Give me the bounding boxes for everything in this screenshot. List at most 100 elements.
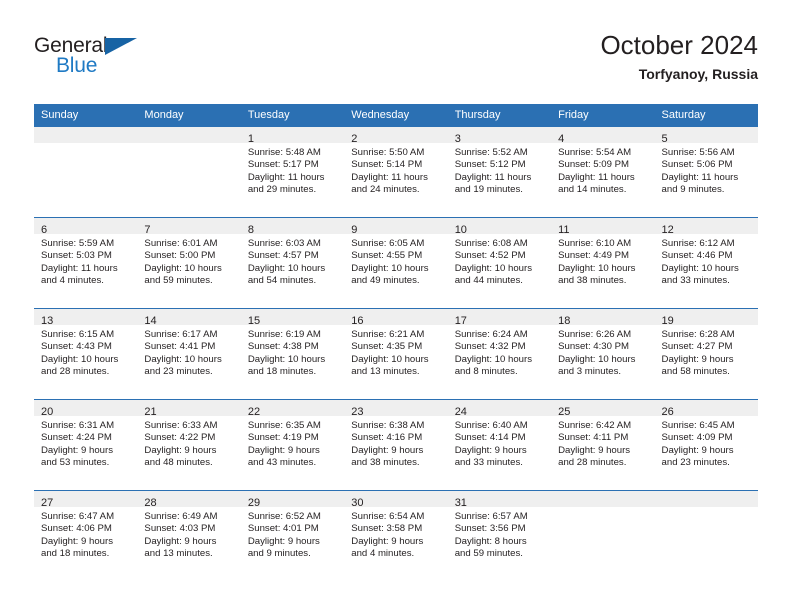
day-number-band: 30 [344,491,448,509]
day-number: 18 [558,315,571,327]
weekday-header-row: Sunday Monday Tuesday Wednesday Thursday Frid… [34,104,758,127]
sunset-text: Sunset: 5:00 PM [144,250,216,262]
day-number-band [551,491,655,507]
day-cell-content: 7 Sunrise: 6:01 AM Sunset: 5:00 PM Daylight… [137,218,241,308]
sunset-text: Sunset: 4:11 PM [558,432,629,444]
sunset-text: Sunset: 4:09 PM [661,432,733,444]
day-number-band: 26 [654,400,758,418]
calendar-day-cell[interactable]: 28 Sunrise: 6:49 AM Sunset: 4:03 PM Dayligh… [137,490,241,581]
day-sun-info: Sunrise: 6:40 AM Sunset: 4:14 PM Daylight:… [448,416,551,470]
daylight-text-line1: Daylight: 10 hours [454,353,533,365]
day-number-band: 10 [447,218,552,236]
daylight-text-line2: and 33 minutes. [661,275,730,287]
day-sun-info: Sunrise: 6:38 AM Sunset: 4:16 PM Daylight:… [344,416,447,470]
calendar-day-cell[interactable]: 20 Sunrise: 6:31 AM Sunset: 4:24 PM Dayligh… [34,399,138,491]
calendar-cell-empty [654,490,758,581]
daylight-text-line1: Daylight: 10 hours [558,353,636,365]
sunrise-text: Sunrise: 6:17 AM [144,329,218,340]
calendar-day-cell[interactable]: 18 Sunrise: 6:26 AM Sunset: 4:30 PM Dayligh… [551,308,655,400]
daylight-text-line2: and 44 minutes. [454,275,523,287]
calendar-day-cell[interactable]: 12 Sunrise: 6:12 AM Sunset: 4:46 PM Dayligh… [654,217,758,309]
daylight-text-line2: and 24 minutes. [351,184,420,196]
calendar-day-cell[interactable]: 5 Sunrise: 5:56 AM Sunset: 5:06 PM Daylight… [654,127,758,218]
sunset-text: Sunset: 4:41 PM [144,341,216,353]
daylight-text-line2: and 28 minutes. [558,457,627,469]
calendar-day-cell[interactable]: 11 Sunrise: 6:10 AM Sunset: 4:49 PM Dayligh… [551,217,655,309]
sunset-text: Sunset: 4:16 PM [351,432,423,444]
sunset-text: Sunset: 4:35 PM [351,341,423,353]
calendar-day-cell[interactable]: 15 Sunrise: 6:19 AM Sunset: 4:38 PM Dayligh… [240,308,345,400]
calendar-day-cell[interactable]: 3 Sunrise: 5:52 AM Sunset: 5:12 PM Daylight… [447,127,552,218]
daylight-text-line1: Daylight: 9 hours [247,535,320,547]
calendar-day-cell[interactable]: 2 Sunrise: 5:50 AM Sunset: 5:14 PM Daylight… [344,127,448,218]
calendar-day-cell[interactable]: 19 Sunrise: 6:28 AM Sunset: 4:27 PM Dayligh… [654,308,758,400]
sunset-text: Sunset: 5:17 PM [247,159,319,171]
calendar-day-cell[interactable]: 17 Sunrise: 6:24 AM Sunset: 4:32 PM Dayligh… [447,308,552,400]
calendar-day-cell[interactable]: 22 Sunrise: 6:35 AM Sunset: 4:19 PM Dayligh… [240,399,345,491]
daylight-text-line2: and 28 minutes. [41,366,110,378]
daylight-text-line2: and 9 minutes. [661,184,725,196]
calendar-day-cell[interactable]: 1 Sunrise: 5:48 AM Sunset: 5:17 PM Daylight… [240,127,345,218]
day-cell-content: 9 Sunrise: 6:05 AM Sunset: 4:55 PM Daylight… [344,218,448,308]
daylight-text-line1: Daylight: 10 hours [351,353,429,365]
day-cell-content [34,127,138,217]
daylight-text-line2: and 4 minutes. [351,548,415,560]
calendar-day-cell[interactable]: 6 Sunrise: 5:59 AM Sunset: 5:03 PM Daylight… [34,217,138,309]
day-number-band: 11 [551,218,655,236]
calendar-header-row: Sunday Monday Tuesday Wednesday Thursday Frid… [34,104,758,127]
sunset-text: Sunset: 4:03 PM [144,523,216,535]
calendar-day-cell[interactable]: 26 Sunrise: 6:45 AM Sunset: 4:09 PM Dayligh… [654,399,758,491]
sunrise-text: Sunrise: 6:08 AM [454,238,528,249]
day-number-band: 1 [240,127,345,145]
daylight-text-line2: and 19 minutes. [454,184,523,196]
day-cell-content: 1 Sunrise: 5:48 AM Sunset: 5:17 PM Daylight… [240,127,345,217]
calendar-day-cell[interactable]: 29 Sunrise: 6:52 AM Sunset: 4:01 PM Dayligh… [240,490,345,581]
day-sun-info: Sunrise: 6:28 AM Sunset: 4:27 PM Daylight:… [655,325,758,379]
daylight-text-line1: Daylight: 11 hours [558,171,635,183]
daylight-text-line2: and 49 minutes. [351,275,420,287]
day-cell-content: 26 Sunrise: 6:45 AM Sunset: 4:09 PM Dayligh… [654,400,758,490]
daylight-text-line1: Daylight: 10 hours [247,262,326,274]
general-blue-logo[interactable]: General Blue [34,34,154,86]
calendar-day-cell[interactable]: 24 Sunrise: 6:40 AM Sunset: 4:14 PM Dayligh… [447,399,552,491]
day-cell-content: 23 Sunrise: 6:38 AM Sunset: 4:16 PM Dayligh… [344,400,448,490]
calendar-day-cell[interactable]: 30 Sunrise: 6:54 AM Sunset: 3:58 PM Dayligh… [344,490,448,581]
day-cell-content: 2 Sunrise: 5:50 AM Sunset: 5:14 PM Daylight… [344,127,448,217]
day-sun-info: Sunrise: 6:21 AM Sunset: 4:35 PM Daylight:… [344,325,447,379]
calendar-day-cell[interactable]: 16 Sunrise: 6:21 AM Sunset: 4:35 PM Dayligh… [344,308,448,400]
day-cell-content: 3 Sunrise: 5:52 AM Sunset: 5:12 PM Daylight… [447,127,552,217]
day-number-band: 8 [240,218,345,236]
day-sun-info: Sunrise: 6:31 AM Sunset: 4:24 PM Daylight:… [34,416,137,470]
daylight-text-line1: Daylight: 9 hours [41,535,113,547]
day-number-band [34,127,138,143]
day-cell-content: 17 Sunrise: 6:24 AM Sunset: 4:32 PM Dayligh… [447,309,552,399]
sunset-text: Sunset: 4:30 PM [558,341,630,353]
calendar-cell-empty [137,127,241,218]
calendar-day-cell[interactable]: 4 Sunrise: 5:54 AM Sunset: 5:09 PM Daylight… [551,127,655,218]
calendar-day-cell[interactable]: 23 Sunrise: 6:38 AM Sunset: 4:16 PM Dayligh… [344,399,448,491]
calendar-day-cell[interactable]: 7 Sunrise: 6:01 AM Sunset: 5:00 PM Daylight… [137,217,241,309]
calendar-cell-empty [551,490,655,581]
weekday-header-thursday: Thursday [447,104,552,127]
day-cell-content: 5 Sunrise: 5:56 AM Sunset: 5:06 PM Daylight… [654,127,758,217]
calendar-week-row: 27 Sunrise: 6:47 AM Sunset: 4:06 PM Dayligh… [34,490,758,581]
calendar-day-cell[interactable]: 10 Sunrise: 6:08 AM Sunset: 4:52 PM Dayligh… [447,217,552,309]
day-number: 20 [41,406,54,418]
sunrise-text: Sunrise: 6:54 AM [351,511,425,522]
calendar-day-cell[interactable]: 8 Sunrise: 6:03 AM Sunset: 4:57 PM Daylight… [240,217,345,309]
calendar-day-cell[interactable]: 13 Sunrise: 6:15 AM Sunset: 4:43 PM Dayligh… [34,308,138,400]
calendar-day-cell[interactable]: 25 Sunrise: 6:42 AM Sunset: 4:11 PM Dayligh… [551,399,655,491]
day-number: 5 [661,133,668,145]
day-number-band: 19 [654,309,758,327]
calendar-day-cell[interactable]: 31 Sunrise: 6:57 AM Sunset: 3:56 PM Dayligh… [447,490,552,581]
daylight-text-line1: Daylight: 10 hours [351,262,429,274]
day-sun-info: Sunrise: 6:33 AM Sunset: 4:22 PM Daylight:… [137,416,240,470]
day-number: 14 [144,315,157,327]
calendar-day-cell[interactable]: 14 Sunrise: 6:17 AM Sunset: 4:41 PM Dayligh… [137,308,241,400]
sunset-text: Sunset: 5:06 PM [661,159,733,171]
daylight-text-line2: and 9 minutes. [247,548,311,560]
day-number: 22 [247,406,261,418]
calendar-day-cell[interactable]: 9 Sunrise: 6:05 AM Sunset: 4:55 PM Daylight… [344,217,448,309]
calendar-day-cell[interactable]: 27 Sunrise: 6:47 AM Sunset: 4:06 PM Dayligh… [34,490,138,581]
calendar-day-cell[interactable]: 21 Sunrise: 6:33 AM Sunset: 4:22 PM Dayligh… [137,399,241,491]
